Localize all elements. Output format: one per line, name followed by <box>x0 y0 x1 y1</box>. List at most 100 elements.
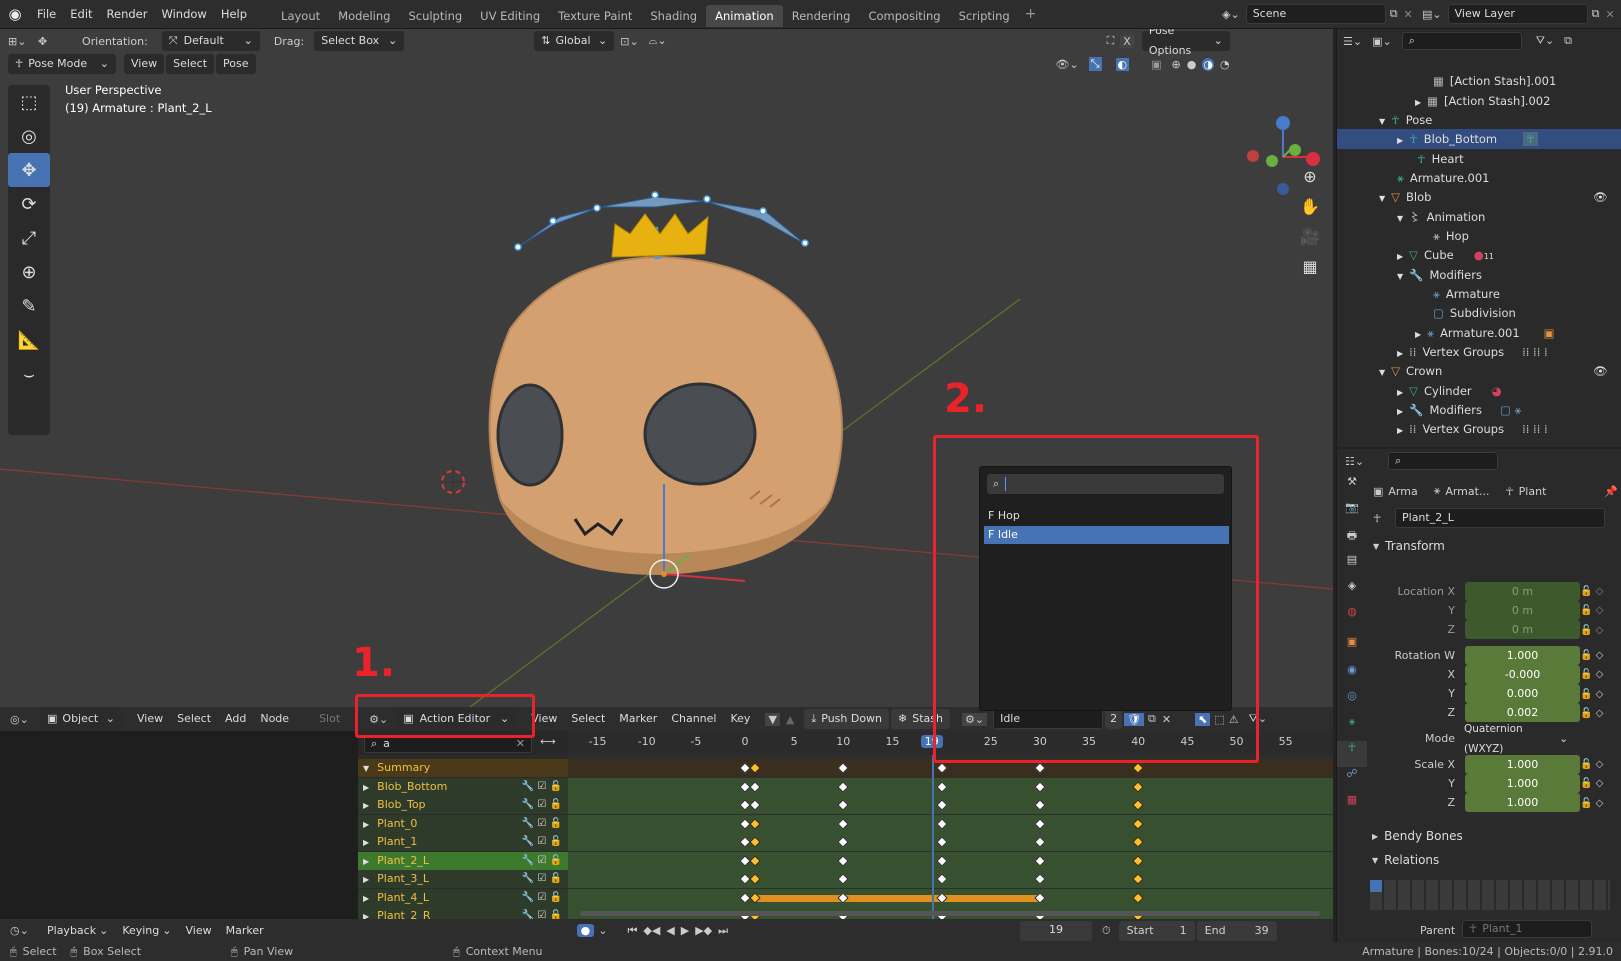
keying-menu[interactable]: Keying ⌄ <box>115 921 178 941</box>
expand-icon[interactable]: ▼ <box>1379 194 1385 203</box>
visibility-icon[interactable]: 👁⌄ <box>1056 58 1079 71</box>
outliner-editor-icon[interactable]: ☰⌄ <box>1343 35 1362 48</box>
expand-icon[interactable]: ▼ <box>1397 272 1403 281</box>
relations-header[interactable]: ▼ Relations <box>1372 850 1439 870</box>
expand-icon[interactable]: ▼ <box>1397 214 1403 223</box>
expand-icon[interactable]: ▼ <box>1379 368 1385 377</box>
expand-icon[interactable]: ▶ <box>363 894 369 903</box>
timeline-marker-menu[interactable]: Marker <box>219 921 271 941</box>
stopwatch-icon[interactable]: ⏱ <box>1102 924 1111 938</box>
menu-help[interactable]: Help <box>214 0 254 29</box>
lock-icon[interactable]: 🔓 ◇ <box>1580 601 1616 620</box>
channel-row[interactable]: ▶ Plant_3_L 🔧 ☑ 🔓 <box>358 870 568 888</box>
move-tool-icon[interactable]: ✥ <box>8 153 50 187</box>
rotation-w-field[interactable]: 1.000 <box>1465 646 1580 665</box>
dope-menu-marker[interactable]: Marker <box>612 709 664 729</box>
keyframe-track[interactable] <box>568 777 1333 796</box>
viewport-menu-select[interactable]: Select <box>166 54 215 74</box>
outliner-row[interactable]: ⚹ Armature.001 <box>1337 168 1621 188</box>
jump-end-icon[interactable]: ⏭ <box>718 924 728 938</box>
object-mode-dropdown[interactable]: ▣ Object ⌄ <box>40 709 122 729</box>
view-layer-field[interactable]: View Layer <box>1447 4 1588 24</box>
scale-tool-icon[interactable]: ⤢ <box>8 221 50 255</box>
viewport-menu-view[interactable]: View <box>124 54 165 74</box>
dope-menu-select[interactable]: Select <box>564 709 612 729</box>
outliner-row[interactable]: ⚹ Armature <box>1337 284 1621 304</box>
playback-menu[interactable]: Playback ⌄ <box>40 921 115 941</box>
mode-dropdown[interactable]: ☥ Pose Mode ⌄ <box>8 54 116 74</box>
jump-start-icon[interactable]: ⏮ <box>627 924 637 938</box>
outliner-row[interactable]: ▶ ▽ Cube ●11 <box>1337 245 1621 265</box>
rotation-y-field[interactable]: 0.000 <box>1465 684 1580 703</box>
annotate-tool-icon[interactable]: ✎ <box>8 289 50 323</box>
outliner-row[interactable]: ▶ ⁞⁞ Vertex Groups ⁞⁞ ⁞⁞ ⁞ <box>1337 342 1621 362</box>
transform-space-dropdown[interactable]: ⇅ Global ⌄ <box>534 31 615 51</box>
eye-icon[interactable]: 👁 <box>1593 187 1608 207</box>
channel-row[interactable]: ▶ Blob_Bottom 🔧 ☑ 🔓 <box>358 777 568 796</box>
camera-icon[interactable]: 🎥 <box>1297 227 1323 257</box>
play-reverse-icon[interactable]: ◀ <box>666 924 674 937</box>
outliner-row[interactable]: ▶ ⚹ Armature.001 ▣ <box>1337 323 1621 343</box>
expand-icon[interactable]: ▶ <box>363 857 369 866</box>
overlay-toggle-icon[interactable]: ◐ <box>1115 57 1130 71</box>
tab-layout[interactable]: Layout <box>272 5 329 27</box>
outliner-row[interactable]: ▶ 🔧 Modifiers ▢ ⚹ <box>1337 400 1621 420</box>
keyframe-track[interactable] <box>568 814 1333 833</box>
transform-tool-icon[interactable]: ⊕ <box>8 255 50 289</box>
measure-tool-icon[interactable]: 📐 <box>8 323 50 357</box>
lock-icon[interactable]: 🔓 ◇ <box>1580 665 1616 684</box>
channel-toggle-icons[interactable]: 🔧 ☑ 🔓 <box>522 796 562 814</box>
select-tool-icon[interactable]: ⬚ <box>8 85 50 119</box>
bone-constraint-icon[interactable]: ☥ <box>1523 132 1538 146</box>
tab-animation[interactable]: Animation <box>706 5 783 27</box>
outliner-row[interactable]: ▼ ☥ Pose <box>1337 110 1621 130</box>
end-frame-field[interactable]: End 39 <box>1196 920 1277 941</box>
expand-icon[interactable]: ▶ <box>363 783 369 792</box>
pose-options-dropdown[interactable]: Pose Options ⌄ <box>1141 29 1230 57</box>
expand-icon[interactable]: ▶ <box>363 820 369 829</box>
rotate-tool-icon[interactable]: ⟳ <box>8 187 50 221</box>
channel-toggle-icons[interactable]: 🔧 ☑ 🔓 <box>522 833 562 851</box>
channel-row[interactable]: ▶ Plant_1 🔧 ☑ 🔓 <box>358 833 568 851</box>
menu-window[interactable]: Window <box>154 0 213 29</box>
pin-icon[interactable]: 📌 <box>1604 485 1618 498</box>
parent-field[interactable]: ☥ Plant_1 <box>1462 920 1592 938</box>
tool-tab-icon[interactable]: ⚒ <box>1337 475 1367 501</box>
expand-icon[interactable]: ▼ <box>1379 117 1385 126</box>
filter-icon[interactable]: ⛛⌄ <box>1536 34 1554 48</box>
lock-icon[interactable]: 🔓 ◇ <box>1580 704 1616 723</box>
timeline-view-menu[interactable]: View <box>178 921 218 941</box>
tab-texture-paint[interactable]: Texture Paint <box>549 5 641 27</box>
menu-edit[interactable]: Edit <box>63 0 99 29</box>
prev-keyframe-icon[interactable]: ◆◀ <box>643 924 660 937</box>
outliner-row[interactable]: ▼ 〻 Animation <box>1337 207 1621 227</box>
rotation-x-field[interactable]: -0.000 <box>1465 665 1580 684</box>
menu-render[interactable]: Render <box>100 0 155 29</box>
record-icon[interactable]: ● <box>576 924 595 937</box>
outliner[interactable]: ☰⌄ ▣⌄ ⌕ ⛛⌄ ⧉ ▦ [Action Stash].001 ▶ ▦ [Acti… <box>1336 29 1621 447</box>
node-editor-area[interactable] <box>0 731 358 919</box>
tab-rendering[interactable]: Rendering <box>783 5 860 27</box>
expand-icon[interactable]: ▶ <box>1397 136 1403 145</box>
scene-name-field[interactable]: Scene <box>1245 4 1386 24</box>
node-menu-select[interactable]: Select <box>170 709 218 729</box>
location-x-field[interactable]: 0 m <box>1465 582 1580 601</box>
bone-name-field[interactable]: Plant_2_L <box>1395 508 1605 528</box>
tab-scripting[interactable]: Scripting <box>950 5 1019 27</box>
channel-summary[interactable]: ▼ Summary <box>358 759 568 777</box>
wireframe-shading-icon[interactable]: ⊕ <box>1172 58 1181 71</box>
channel-toggle-icons[interactable]: 🔧 ☑ 🔓 <box>522 815 562 833</box>
outliner-row[interactable]: ⚹ Hop <box>1337 226 1621 246</box>
keyframe-track[interactable] <box>568 851 1333 870</box>
copy-layer-icon[interactable]: ⧉ <box>1592 7 1600 21</box>
pan-hand-icon[interactable]: ✋ <box>1297 197 1323 227</box>
scale-y-field[interactable]: 1.000 <box>1465 774 1580 793</box>
lock-icon[interactable]: 🔓 ◇ <box>1580 646 1616 665</box>
lock-icon[interactable]: 🔓 ◇ <box>1580 685 1616 704</box>
dope-menu-channel[interactable]: Channel <box>664 709 723 729</box>
gizmo-toggle-icon[interactable]: ⤡ <box>1088 57 1102 71</box>
view-layer-selector[interactable]: ▤⌄ View Layer ⧉ ✕ <box>1422 3 1615 25</box>
dope-menu-key[interactable]: Key <box>723 709 757 729</box>
close-layer-icon[interactable]: ✕ <box>1605 8 1614 21</box>
play-icon[interactable]: ▶ <box>681 924 689 937</box>
